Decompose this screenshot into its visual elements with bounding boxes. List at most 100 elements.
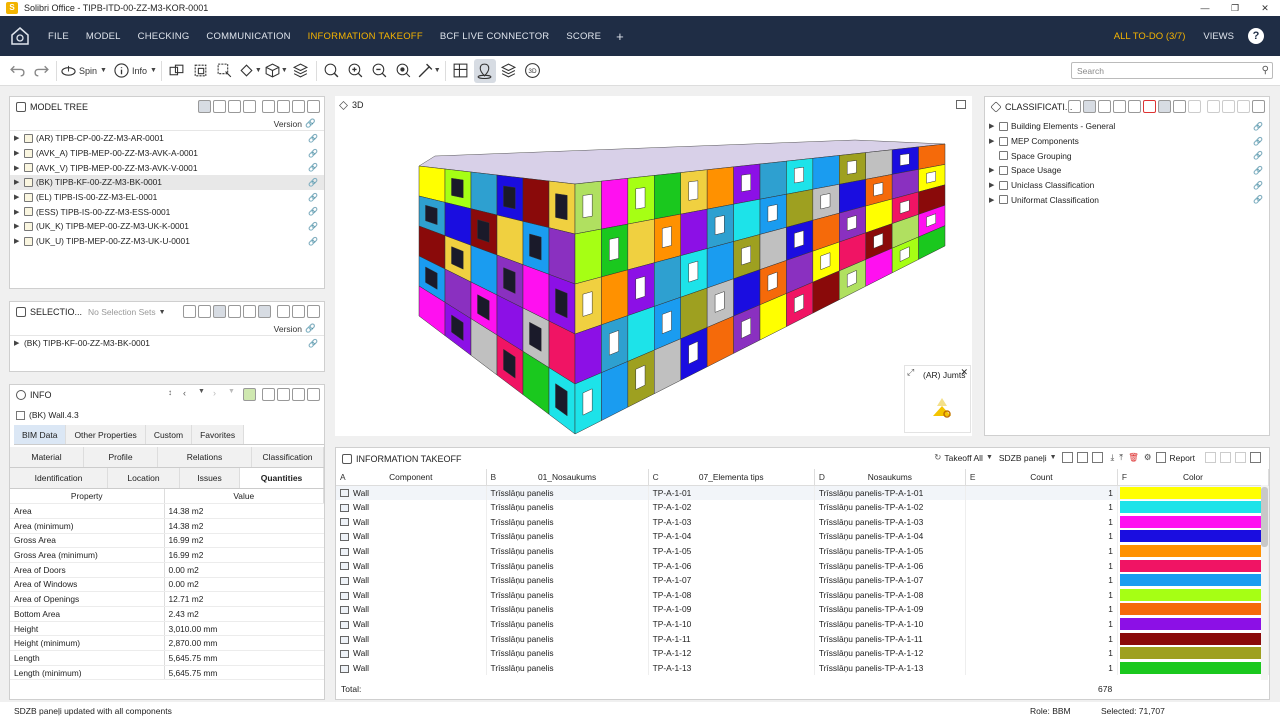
table-row[interactable]: Wall Trīsslāņu panelis TP-A-1-03 Trīsslāņu …	[336, 514, 1269, 529]
selection-item[interactable]: ▶ (BK) TIPB-KF-00-ZZ-M3-BK-0001 🔗	[10, 336, 324, 351]
classification-item[interactable]: ▶ Uniformat Classification 🔗	[985, 192, 1269, 207]
window-opening[interactable]	[741, 173, 751, 192]
copy-icon[interactable]	[1113, 100, 1126, 113]
export-icon[interactable]	[198, 305, 211, 318]
zoom-out-icon[interactable]	[369, 59, 391, 83]
model-tree-item[interactable]: ▶ (UK_K) TIPB-MEP-00-ZZ-M3-UK-K-0001 🔗	[10, 219, 324, 234]
window-opening[interactable]	[503, 185, 516, 210]
subtab-identification[interactable]: Identification	[10, 468, 108, 488]
table-row[interactable]: Area of Windows 0.00 m2	[10, 577, 324, 593]
float-icon[interactable]	[277, 100, 290, 113]
window-opening[interactable]	[582, 291, 593, 317]
expand-arrow-icon[interactable]: ▶	[989, 181, 999, 189]
window-opening[interactable]	[714, 215, 725, 236]
window-opening[interactable]	[873, 182, 884, 197]
window-opening[interactable]	[529, 233, 542, 261]
wall-panel[interactable]	[759, 160, 787, 200]
model-tree-item[interactable]: ▶ (EL) TIPB-IS-00-ZZ-M3-EL-0001 🔗	[10, 190, 324, 205]
color-icon[interactable]	[243, 388, 256, 401]
model-tree-item[interactable]: ▶ (AVK_A) TIPB-MEP-00-ZZ-M3-AVK-A-0001 🔗	[10, 146, 324, 161]
undo-icon[interactable]	[6, 59, 28, 83]
link-icon[interactable]: 🔗	[1253, 151, 1263, 160]
column-header[interactable]: D Nosaukums	[814, 469, 966, 486]
classification-item[interactable]: ▶ Building Elements - General 🔗	[985, 119, 1269, 134]
link-icon[interactable]: 🔗	[308, 237, 318, 246]
window-opening[interactable]	[661, 310, 672, 335]
color-cell[interactable]	[1117, 587, 1269, 603]
floor-plan-icon[interactable]	[450, 59, 472, 83]
menu-file[interactable]: FILE	[48, 31, 69, 42]
color-cell[interactable]	[1117, 543, 1269, 559]
dock-icon[interactable]	[262, 388, 275, 401]
tab-bim-data[interactable]: BIM Data	[14, 425, 67, 444]
link-icon[interactable]: 🔗	[1253, 122, 1263, 131]
tree-structure-icon[interactable]	[243, 305, 256, 318]
link-icon[interactable]: 🔗	[1253, 195, 1263, 204]
new-definition-icon[interactable]	[1061, 452, 1073, 463]
wall-panel[interactable]	[680, 208, 708, 256]
link-icon[interactable]: 🔗	[308, 222, 318, 231]
back-icon[interactable]: ‹	[183, 388, 196, 401]
model-tree-item[interactable]: ▶ (ESS) TIPB-IS-00-ZZ-M3-ESS-0001 🔗	[10, 204, 324, 219]
new-file-icon[interactable]	[1098, 100, 1111, 113]
window-opening[interactable]	[661, 226, 672, 249]
expand-arrow-icon[interactable]: ▶	[989, 166, 999, 174]
copy-icon[interactable]	[1076, 452, 1088, 463]
table-row[interactable]: Length 5,645.75 mm	[10, 650, 324, 666]
visibility-tools-icon[interactable]: ▼	[238, 59, 262, 83]
color-cell[interactable]	[1117, 528, 1269, 544]
window-opening[interactable]	[582, 194, 593, 218]
redo-icon[interactable]	[30, 59, 52, 83]
window-opening[interactable]	[794, 166, 804, 184]
window-opening[interactable]	[582, 388, 593, 416]
table-row[interactable]: Area (minimum) 14.38 m2	[10, 518, 324, 534]
menu-checking[interactable]: CHECKING	[138, 31, 190, 42]
info-button[interactable]: Info ▼	[114, 59, 157, 83]
link-icon[interactable]: 🔗	[308, 178, 318, 187]
import-icon[interactable]: ⤒	[1119, 452, 1123, 463]
definition-dropdown[interactable]: SDZB paneļi	[999, 453, 1047, 463]
menu-communication[interactable]: COMMUNICATION	[206, 31, 290, 42]
window-opening[interactable]	[635, 275, 646, 300]
color-cell[interactable]	[1117, 514, 1269, 529]
window-opening[interactable]	[767, 204, 778, 223]
dock-icon[interactable]	[262, 100, 275, 113]
settings-icon[interactable]	[258, 305, 271, 318]
classification-item[interactable]: ▶ MEP Components 🔗	[985, 134, 1269, 149]
link-icon[interactable]: 🔗	[308, 193, 318, 202]
window-opening[interactable]	[688, 180, 699, 201]
location-pin-icon[interactable]	[473, 58, 496, 83]
maximize-panel-icon[interactable]	[307, 305, 320, 318]
window-opening[interactable]	[555, 193, 568, 221]
table-row[interactable]: Bottom Area 2.43 m2	[10, 606, 324, 622]
column-header-property[interactable]: Property	[10, 489, 165, 505]
sort-icon[interactable]: ↕	[168, 388, 181, 401]
classification-item[interactable]: ▶ Uniclass Classification 🔗	[985, 178, 1269, 193]
model-tree-item[interactable]: ▶ (AR) TIPB-CP-00-ZZ-M3-AR-0001 🔗	[10, 131, 324, 146]
link-icon[interactable]: 🔗	[1253, 166, 1263, 175]
table-row[interactable]: Wall Trīsslāņu panelis TP-A-1-08 Trīsslāņu …	[336, 587, 1269, 603]
expand-arrow-icon[interactable]: ▶	[989, 137, 999, 145]
column-header[interactable]: E Count	[965, 469, 1118, 486]
link-icon[interactable]: 🔗	[1253, 181, 1263, 190]
classification-item[interactable]: ▶ Space Usage 🔗	[985, 163, 1269, 178]
select-multiple-icon[interactable]	[190, 59, 212, 83]
menu-bcf-live-connector[interactable]: BCF LIVE CONNECTOR	[440, 31, 550, 42]
minimap[interactable]: ⤢ (AR) Jumts ✕	[904, 365, 971, 433]
subtab-quantities[interactable]: Quantities	[240, 468, 324, 488]
wall-panel[interactable]	[601, 269, 629, 326]
model-tree-item[interactable]: ▶ (UK_U) TIPB-MEP-00-ZZ-M3-UK-U-0001 🔗	[10, 234, 324, 249]
column-header[interactable]: C 07_Elementa tips	[648, 469, 815, 486]
download-icon[interactable]	[183, 305, 196, 318]
cube-view-icon[interactable]: ▼	[264, 59, 288, 83]
maximize-panel-icon[interactable]	[307, 100, 320, 113]
table-row[interactable]: Height 3,010.00 mm	[10, 621, 324, 637]
dock-icon[interactable]	[1205, 452, 1216, 463]
tree-view-icon[interactable]	[198, 100, 211, 113]
table-row[interactable]: Gross Area 16.99 m2	[10, 533, 324, 549]
float-icon[interactable]	[1220, 452, 1231, 463]
expand-icon[interactable]: ⤢	[907, 367, 914, 378]
column-header[interactable]: A Component	[336, 469, 487, 486]
pin-icon[interactable]	[292, 100, 305, 113]
window-opening[interactable]	[477, 219, 490, 243]
